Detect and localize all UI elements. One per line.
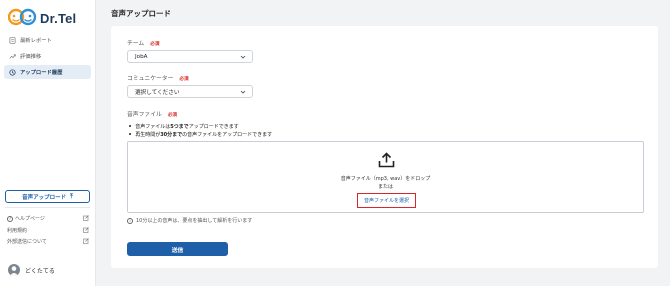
external-link-icon xyxy=(83,238,89,244)
external-transmission-label: 外部送信について xyxy=(7,239,47,246)
external-link-icon xyxy=(83,226,89,233)
file-dropzone[interactable]: 音声ファイル（mp3, wav）をドロップ または 音声ファイルを選択 xyxy=(127,141,644,213)
report-icon xyxy=(9,36,16,44)
communicator-select-value: 選択してください xyxy=(135,89,180,96)
required-badge: 必須 xyxy=(167,113,177,118)
trend-icon xyxy=(9,53,16,60)
logo-icon xyxy=(7,7,37,29)
rule-max-files: 音声ファイルは 5つまで アップロードできます xyxy=(129,122,272,130)
user-menu[interactable]: どくたてる xyxy=(8,264,55,276)
sidebar-divider xyxy=(5,207,90,208)
drop-instruction: 音声ファイル（mp3, wav）をドロップ xyxy=(340,176,431,182)
communicator-label: コミュニケーター xyxy=(127,76,174,82)
communicator-select[interactable]: 選択してください xyxy=(127,85,253,98)
or-text: または xyxy=(377,184,393,190)
sidebar-item-label: アップロード履歴 xyxy=(20,70,63,76)
page-title: 音声アップロード xyxy=(111,9,171,18)
team-select[interactable]: JobA xyxy=(127,50,253,63)
select-file-button[interactable]: 音声ファイルを選択 xyxy=(357,193,416,208)
chevron-down-icon xyxy=(240,54,246,60)
logo-text: Dr.Tel xyxy=(40,10,77,26)
sidebar-item-trend[interactable]: 評価推移 xyxy=(4,49,91,63)
required-badge: 必須 xyxy=(179,77,189,82)
sidebar-item-upload-history[interactable]: アップロード履歴 xyxy=(4,65,91,79)
info-icon: i xyxy=(127,217,133,224)
analysis-note: i 10分以上の音声は、要点を抽出して解析を行います xyxy=(127,217,252,224)
upload-arrow-icon: ⤒ xyxy=(70,192,73,200)
logo[interactable]: Dr.Tel xyxy=(7,7,77,29)
terms-label: 利用規約 xyxy=(7,227,28,234)
team-label: チーム xyxy=(127,41,145,47)
sidebar-item-label: 最新レポート xyxy=(20,38,52,44)
required-badge: 必須 xyxy=(150,42,160,47)
help-page-link[interactable]: ? ヘルプページ xyxy=(7,213,89,225)
audio-rules: 音声ファイルは 5つまで アップロードできます 再生時間が 30分まで の音声ファイルを… xyxy=(129,122,272,138)
sidebar-upload-button[interactable]: 音声アップロード ⤒ xyxy=(5,190,90,203)
sidebar-nav: 最新レポート 評価推移 アップロード履歴 xyxy=(4,33,91,81)
submit-button[interactable]: 送信 xyxy=(127,242,228,256)
team-select-value: JobA xyxy=(135,53,148,60)
help-icon: ? xyxy=(7,215,13,222)
audio-label-row: 音声ファイル 必須 xyxy=(127,109,177,118)
sidebar-links: ? ヘルプページ 利用規約 外部送信について xyxy=(7,213,89,248)
user-name: どくたてる xyxy=(25,267,55,275)
help-page-label: ヘルプページ xyxy=(15,216,45,223)
sidebar-item-label: 評価推移 xyxy=(20,54,42,60)
external-transmission-link[interactable]: 外部送信について xyxy=(7,236,89,248)
terms-link[interactable]: 利用規約 xyxy=(7,225,89,237)
sidebar: Dr.Tel 最新レポート 評価推移 アップロード履歴 音声アップロード ⤒ ?… xyxy=(0,0,96,286)
upload-form-card: チーム 必須 JobA コミュニケーター 必須 選択してください 音声ファイル 必須 … xyxy=(111,26,658,268)
upload-icon xyxy=(378,152,395,168)
upload-button-label: 音声アップロード xyxy=(22,194,67,201)
communicator-label-row: コミュニケーター 必須 xyxy=(127,73,189,82)
history-icon xyxy=(9,68,16,76)
chevron-down-icon xyxy=(240,89,246,95)
analysis-note-text: 10分以上の音声は、要点を抽出して解析を行います xyxy=(136,218,253,224)
avatar xyxy=(8,264,20,276)
team-label-row: チーム 必須 xyxy=(127,38,159,47)
audio-label: 音声ファイル xyxy=(127,112,162,118)
rule-max-duration: 再生時間が 30分まで の音声ファイルをアップロードできます xyxy=(129,130,272,138)
external-link-icon xyxy=(83,215,89,221)
sidebar-item-latest-report[interactable]: 最新レポート xyxy=(4,33,91,47)
